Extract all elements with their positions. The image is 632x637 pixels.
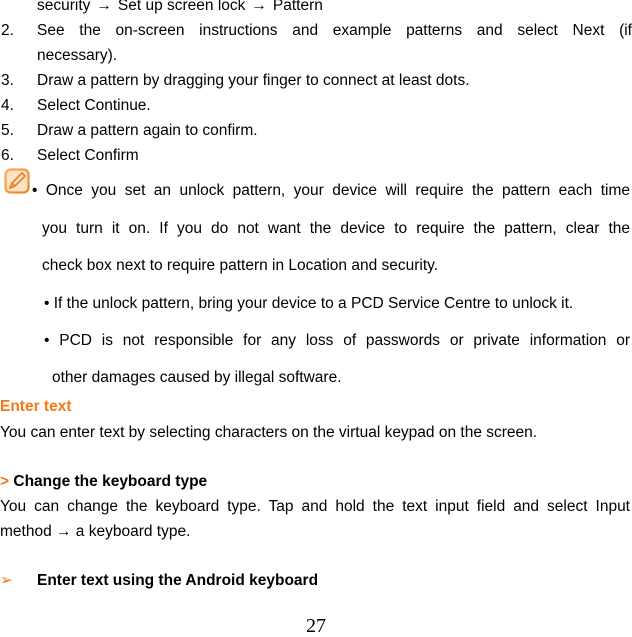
step-number: 2. xyxy=(1,22,14,39)
menu-path-security: security xyxy=(37,0,91,14)
step-text: Draw a pattern by dragging your finger t… xyxy=(37,72,470,89)
step-text: Draw a pattern again to confirm. xyxy=(37,122,258,139)
section-heading-enter-text: Enter text xyxy=(0,398,72,415)
step-text: Select Confirm xyxy=(37,147,139,164)
subsection-marker: > xyxy=(0,473,10,490)
note-bullet-1-line-1: • Once you set an unlock pattern, your d… xyxy=(32,182,630,199)
subsection-heading-android-keyboard: Enter text using the Android keyboard xyxy=(37,572,319,589)
step-number: 5. xyxy=(1,122,14,139)
arrow-icon: → xyxy=(251,0,267,14)
note-pencil-icon xyxy=(4,168,30,194)
change-keyboard-body-line-2: method → a keyboard type. xyxy=(0,523,191,540)
note-bullet-2: • If the unlock pattern, bring your devi… xyxy=(44,295,574,312)
section-body-enter-text: You can enter text by selecting characte… xyxy=(0,424,538,441)
note-bullet-3-line-2: other damages caused by illegal software… xyxy=(52,369,342,386)
step-text-continuation: necessary). xyxy=(37,47,118,64)
step-text: Select Continue. xyxy=(37,97,151,114)
step-1-continuation: security → Set up screen lock → Pattern xyxy=(37,0,323,15)
menu-path-pattern: Pattern xyxy=(272,0,323,14)
step-number: 4. xyxy=(1,97,14,114)
subsection-heading-change-keyboard: > Change the keyboard type xyxy=(0,473,207,491)
note-bullet-1-line-2: you turn it on. If you do not want the d… xyxy=(42,220,630,237)
menu-path-screen-lock: Set up screen lock xyxy=(117,0,246,14)
arrow-icon: → xyxy=(96,0,112,14)
arrowhead-bullet-icon: ➢ xyxy=(0,572,13,589)
page-number: 27 xyxy=(306,615,326,637)
step-text: See the on-screen instructions and examp… xyxy=(37,22,632,39)
change-keyboard-body-line-1: You can change the keyboard type. Tap an… xyxy=(0,498,630,515)
subsection-title: Change the keyboard type xyxy=(13,473,208,490)
step-number: 6. xyxy=(1,147,14,164)
note-bullet-1-line-3: check box next to require pattern in Loc… xyxy=(42,257,439,274)
step-number: 3. xyxy=(1,72,14,89)
note-bullet-3-line-1: • PCD is not responsible for any loss of… xyxy=(44,332,630,349)
